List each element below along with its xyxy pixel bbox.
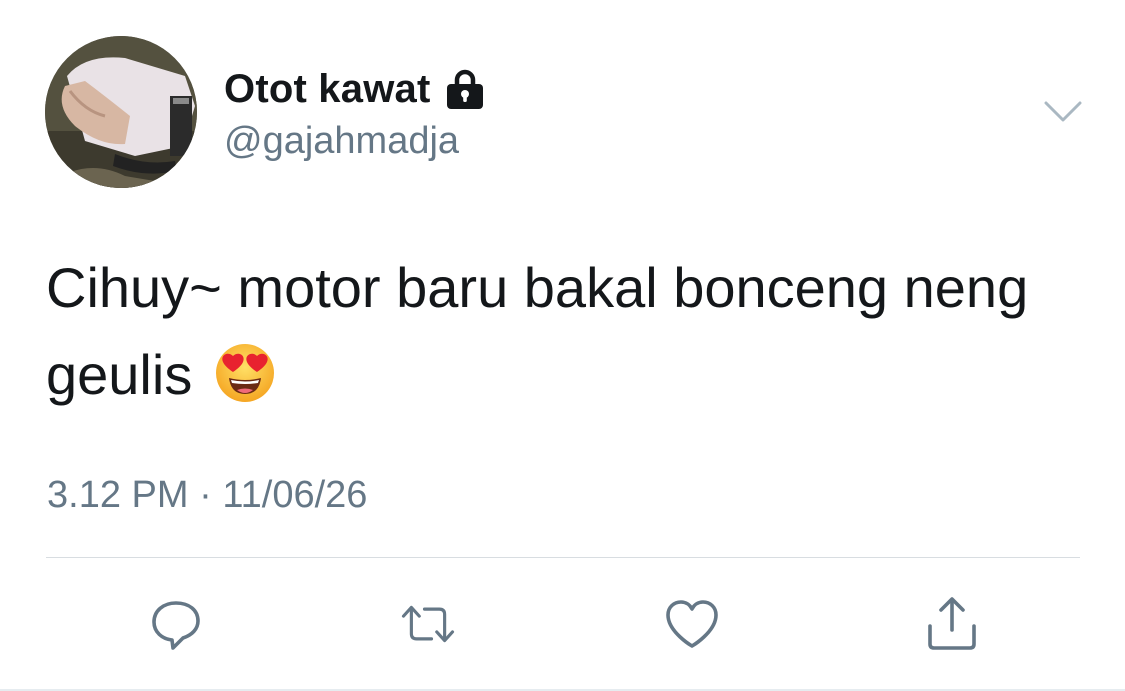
tweet-actions bbox=[0, 596, 1125, 656]
timestamp-separator: · bbox=[199, 474, 212, 516]
retweet-icon bbox=[401, 605, 455, 643]
display-name[interactable]: Otot kawat bbox=[224, 67, 430, 112]
avatar-photo bbox=[45, 36, 197, 188]
user-handle[interactable]: @gajahmadja bbox=[224, 120, 459, 163]
tweet-detail: Otot kawat @gajahmadja Cihuy~ motor baru… bbox=[0, 0, 1125, 691]
tweet-timestamp[interactable]: 3.12 PM · 11/06/26 bbox=[47, 474, 367, 517]
reply-icon bbox=[152, 601, 200, 650]
tweet-body: Cihuy~ motor baru bakal bonceng neng geu… bbox=[46, 256, 1029, 406]
avatar[interactable] bbox=[45, 36, 197, 188]
retweet-button[interactable] bbox=[400, 596, 456, 652]
divider bbox=[46, 557, 1080, 558]
tweet-date: 11/06/26 bbox=[222, 474, 368, 516]
reply-button[interactable] bbox=[148, 596, 204, 652]
heart-eyes-emoji-icon bbox=[214, 341, 276, 403]
heart-icon bbox=[666, 600, 718, 648]
share-button[interactable] bbox=[924, 596, 980, 652]
tweet-text: Cihuy~ motor baru bakal bonceng neng geu… bbox=[46, 244, 1086, 418]
author-name-row: Otot kawat bbox=[224, 64, 486, 114]
lock-icon bbox=[444, 67, 486, 111]
chevron-down-icon[interactable] bbox=[1044, 100, 1082, 124]
like-button[interactable] bbox=[664, 596, 720, 652]
tweet-time: 3.12 PM bbox=[47, 474, 189, 516]
share-icon bbox=[928, 597, 976, 650]
